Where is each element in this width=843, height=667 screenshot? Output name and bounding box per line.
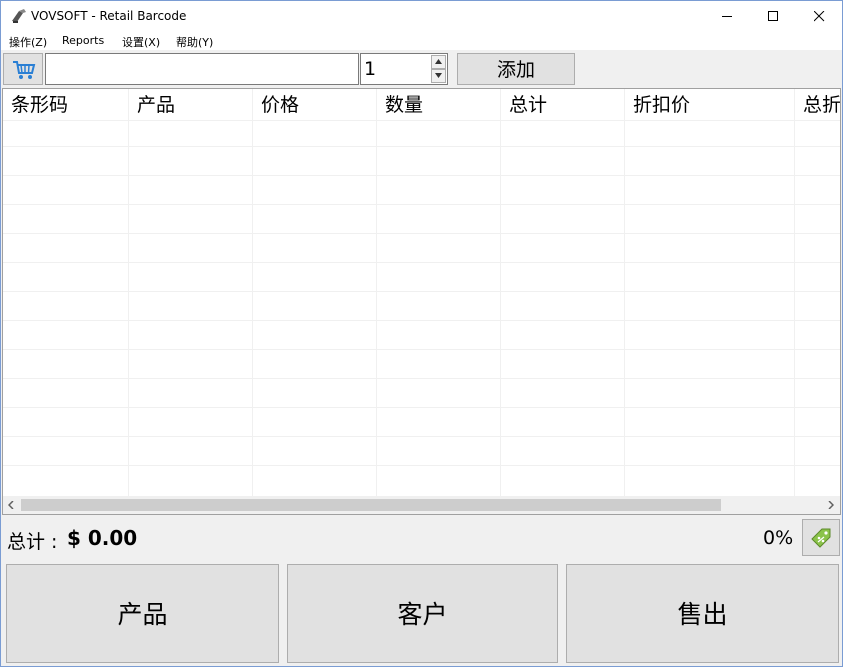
quantity-input[interactable]: [361, 54, 435, 84]
minimize-button[interactable]: [705, 1, 751, 32]
cart-button[interactable]: [3, 53, 43, 85]
grid-line: [3, 436, 840, 437]
products-button[interactable]: 产品: [6, 564, 279, 663]
grid-line: [3, 465, 840, 466]
column-total[interactable]: 总计: [501, 89, 625, 120]
sell-button[interactable]: 售出: [566, 564, 839, 663]
grid-line: [3, 407, 840, 408]
column-price[interactable]: 价格: [253, 89, 377, 120]
menu-operations[interactable]: 操作(Z): [9, 34, 47, 50]
column-barcode[interactable]: 条形码: [3, 89, 129, 120]
total-value: $ 0.00: [67, 526, 138, 550]
maximize-button[interactable]: [751, 1, 797, 32]
quantity-increment-button[interactable]: [431, 55, 446, 69]
column-product[interactable]: 产品: [129, 89, 253, 120]
column-quantity[interactable]: 数量: [377, 89, 501, 120]
app-window: VOVSOFT - Retail Barcode 操作(Z) Reports 设…: [0, 0, 843, 667]
grid-line: [3, 120, 840, 121]
toolbar: 添加: [1, 50, 842, 88]
scroll-right-button[interactable]: [823, 496, 840, 514]
title-bar[interactable]: VOVSOFT - Retail Barcode: [1, 1, 842, 32]
window-title: VOVSOFT - Retail Barcode: [31, 9, 187, 23]
grid-line: [3, 175, 840, 176]
scroll-left-button[interactable]: [3, 496, 20, 514]
items-table[interactable]: 条形码 产品 价格 数量 总计 折扣价 总折: [2, 88, 841, 515]
menu-help[interactable]: 帮助(Y): [176, 34, 213, 50]
grid-line: [3, 320, 840, 321]
quantity-decrement-button[interactable]: [431, 69, 446, 83]
grid-line: [3, 204, 840, 205]
column-discount-price[interactable]: 折扣价: [625, 89, 795, 120]
grid-line: [3, 146, 840, 147]
customers-button[interactable]: 客户: [287, 564, 558, 663]
column-total-discount[interactable]: 总折: [795, 89, 840, 120]
grid-line: [3, 291, 840, 292]
discount-button[interactable]: [802, 519, 840, 556]
discount-percent: 0%: [763, 527, 794, 549]
quantity-stepper: [360, 53, 448, 85]
menu-bar: 操作(Z) Reports 设置(X) 帮助(Y): [1, 32, 842, 50]
grid-line: [3, 349, 840, 350]
grid-line: [3, 262, 840, 263]
grid-line: [3, 233, 840, 234]
barcode-input[interactable]: [45, 53, 359, 85]
menu-reports[interactable]: Reports: [62, 34, 104, 47]
total-label: 总计 :: [7, 531, 58, 553]
close-button[interactable]: [797, 1, 843, 32]
horizontal-scrollbar[interactable]: [3, 496, 840, 514]
add-button[interactable]: 添加: [457, 53, 575, 85]
barcode-scanner-icon: [10, 8, 28, 24]
scroll-thumb[interactable]: [21, 499, 721, 511]
menu-settings[interactable]: 设置(X): [122, 34, 160, 50]
grid-line: [3, 378, 840, 379]
